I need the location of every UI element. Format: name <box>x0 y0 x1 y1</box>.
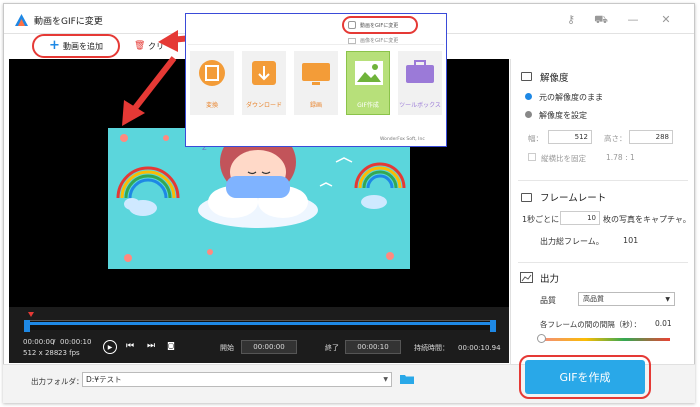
total-time: 00:00:10 <box>60 338 92 346</box>
end-time-field[interactable]: 00:00:10 <box>345 340 401 354</box>
resolution-title: 解像度 <box>540 73 569 84</box>
end-label: 終了 <box>325 344 339 352</box>
create-gif-button[interactable]: GIFを作成 <box>525 360 645 394</box>
play-icon[interactable]: ▶ <box>103 340 117 354</box>
quality-select[interactable]: 高品質 ▼ <box>578 292 675 306</box>
record-icon <box>302 63 330 85</box>
keep-original-radio[interactable] <box>525 93 532 100</box>
next-frame-icon[interactable]: ⏭ <box>145 341 157 351</box>
tile-convert-label: 変換 <box>205 102 218 109</box>
start-label: 開始 <box>220 344 234 352</box>
download-icon <box>252 61 276 85</box>
resolution-icon <box>521 72 532 81</box>
total-frames-label: 出力総フレーム。 <box>540 237 604 246</box>
timeline-selection <box>27 322 492 325</box>
aspect-value: 1.78 : 1 <box>606 153 635 162</box>
keep-original-label[interactable]: 元の解像度のまま <box>539 92 603 103</box>
trim-start-handle[interactable] <box>24 320 30 332</box>
divider <box>518 180 688 181</box>
tile-gif-maker-label: GIF作成 <box>357 102 379 109</box>
time-separator: / <box>53 338 56 346</box>
folder-icon[interactable] <box>400 373 414 384</box>
gif-maker-icon <box>355 61 383 85</box>
output-icon <box>520 272 533 283</box>
interval-value: 0.01 <box>655 319 672 328</box>
duration-label: 持続時間： <box>414 344 449 352</box>
prev-frame-icon[interactable]: ⏮ <box>124 341 136 351</box>
quality-label: 品質 <box>540 296 556 305</box>
convert-icon <box>199 60 225 86</box>
output-folder-field[interactable]: D:¥テスト ▼ <box>82 372 392 387</box>
image-gif-icon <box>348 38 356 44</box>
aspect-label: 縦横比を固定 <box>541 154 586 163</box>
popup-divider <box>188 44 444 45</box>
quality-value: 高品質 <box>583 295 604 303</box>
menu-highlight <box>342 16 418 34</box>
framerate-icon <box>521 193 532 202</box>
per-second-suffix: 枚の写真をキャプチャ。 <box>603 215 691 224</box>
set-resolution-label[interactable]: 解像度を設定 <box>539 110 587 121</box>
interval-label: 各フレームの間の間隔（秒）： <box>540 320 642 329</box>
chevron-down-icon: ▼ <box>665 295 670 303</box>
interval-slider[interactable] <box>540 338 670 341</box>
video-fps: 23 fps <box>58 349 80 357</box>
toolbox-icon <box>406 60 434 83</box>
divider <box>518 262 688 263</box>
video-resolution: 512 x 288 <box>23 349 59 357</box>
duration-value: 00:00:10.94 <box>458 344 501 352</box>
menu-image-to-gif[interactable]: 画像をGIFに変更 <box>360 37 398 44</box>
framerate-title: フレームレート <box>540 193 607 204</box>
height-label: 高さ： <box>604 134 627 143</box>
width-input[interactable]: 512 <box>548 130 592 144</box>
tile-record-label: 録画 <box>309 102 322 109</box>
arrow-to-preview <box>129 56 177 114</box>
output-folder-value: D:¥テスト <box>86 375 122 384</box>
trim-end-handle[interactable] <box>490 320 496 332</box>
snapshot-icon[interactable]: ◙ <box>165 341 177 350</box>
output-folder-label: 出力フォルダ： <box>31 377 84 386</box>
tile-toolbox-label: ツールボックス <box>399 102 441 109</box>
output-title: 出力 <box>540 274 560 285</box>
set-resolution-radio[interactable] <box>525 111 532 118</box>
timeline-bar <box>9 307 509 363</box>
current-time: 00:00:00 <box>23 338 55 346</box>
interval-slider-knob[interactable] <box>537 334 546 343</box>
popup-footer: WonderFox Soft, Inc <box>380 137 425 142</box>
total-frames-value: 101 <box>623 236 639 245</box>
playhead-marker[interactable] <box>28 312 34 317</box>
arrow-head-1 <box>158 30 178 52</box>
height-input[interactable]: 288 <box>629 130 673 144</box>
aspect-checkbox[interactable] <box>528 153 536 161</box>
start-time-field[interactable]: 00:00:00 <box>241 340 297 354</box>
per-second-prefix: 1秒ごとに <box>522 215 560 224</box>
tile-download-label: ダウンロード <box>245 102 282 109</box>
per-second-input[interactable]: 10 <box>560 211 600 225</box>
chevron-down-icon[interactable]: ▼ <box>383 376 391 383</box>
width-label: 幅： <box>528 134 543 143</box>
